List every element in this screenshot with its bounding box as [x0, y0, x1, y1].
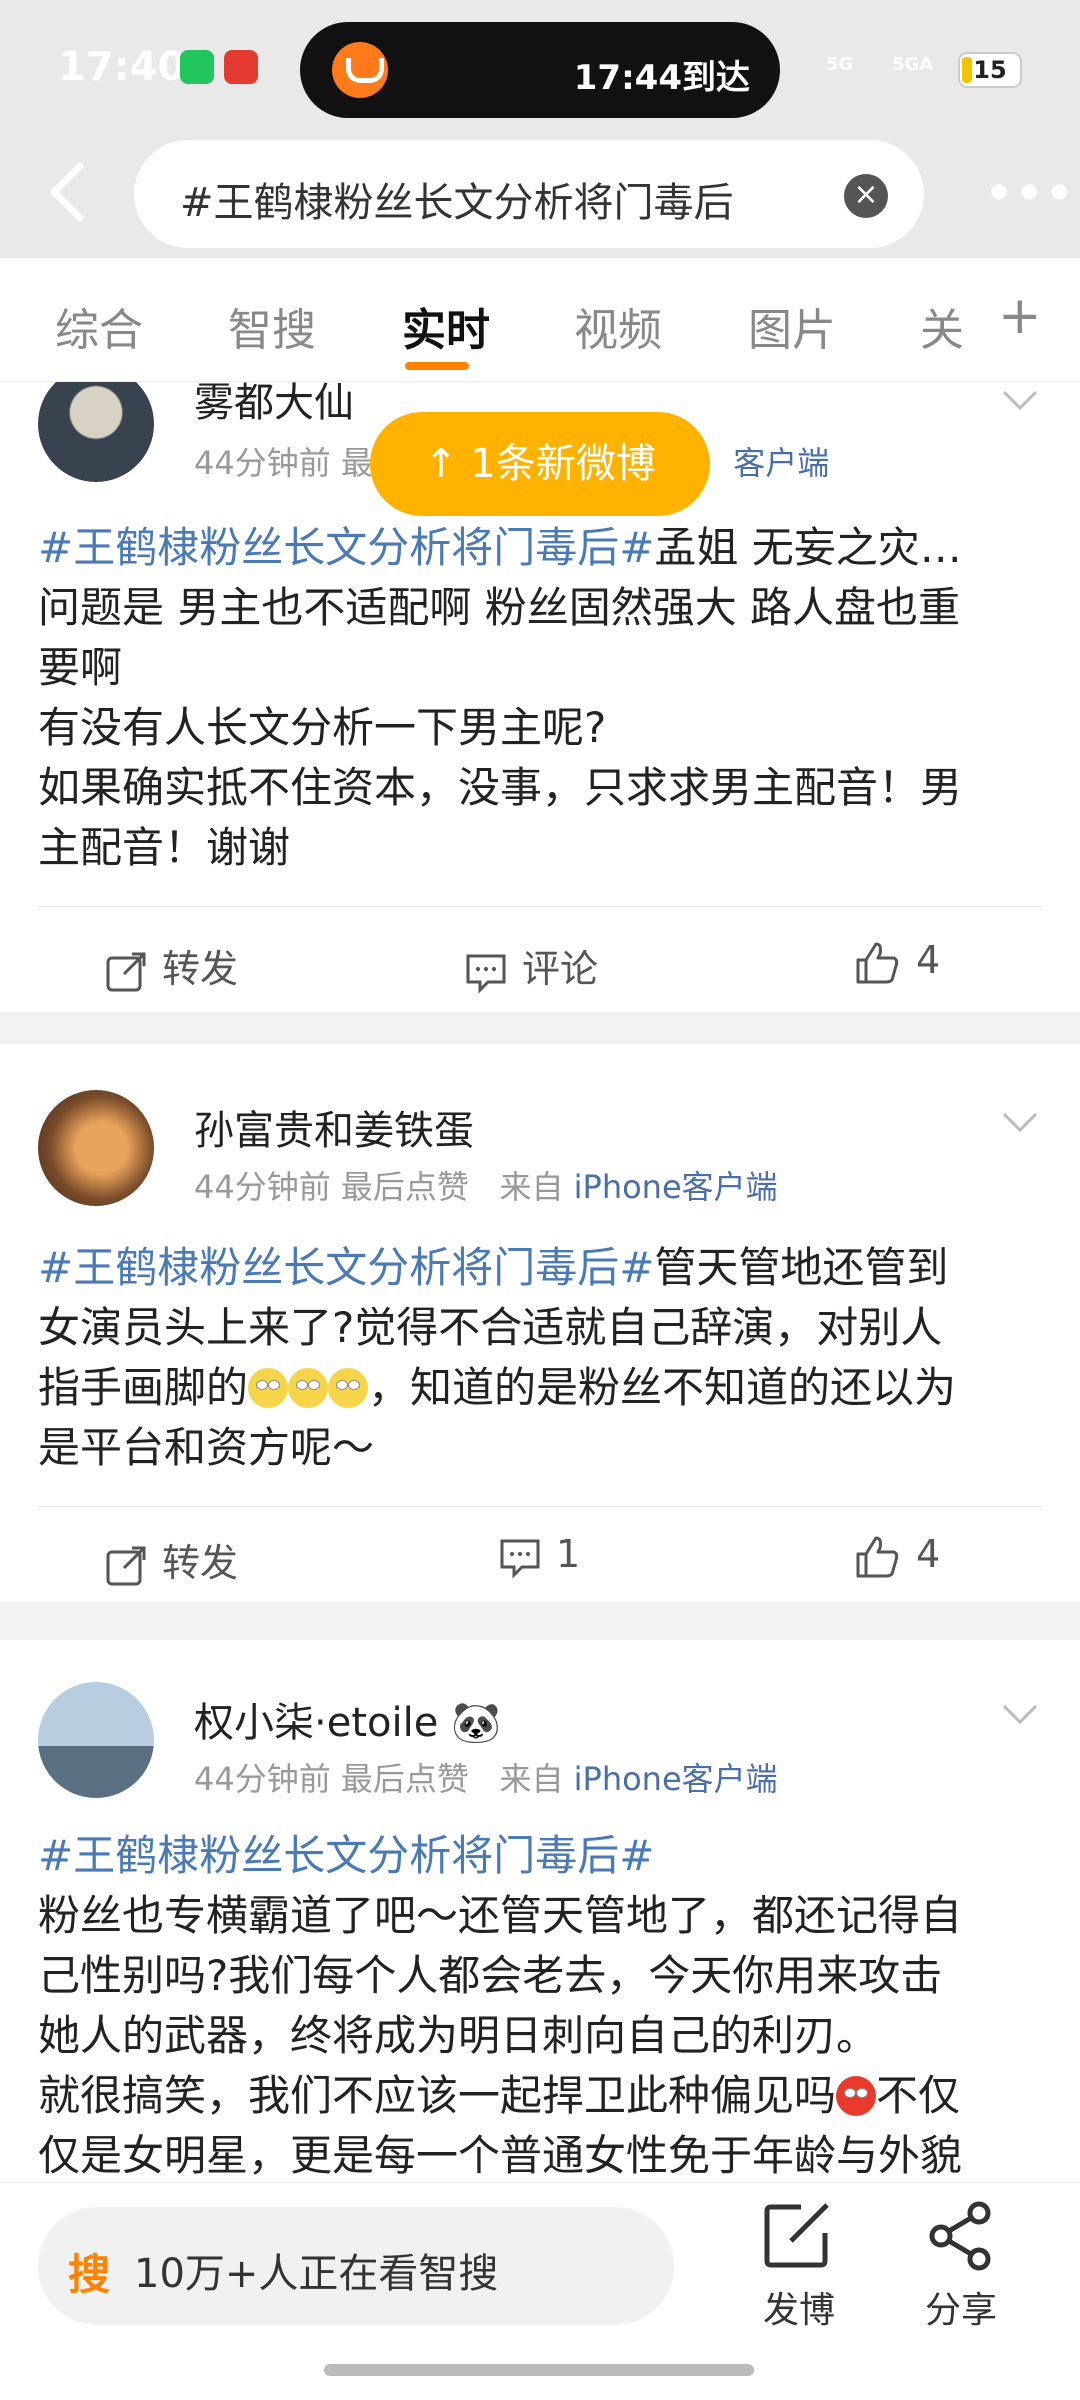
- username[interactable]: 权小柒·etoile 🐼: [194, 1690, 501, 1748]
- ai-search-bar[interactable]: 搜 10万+人正在看智搜: [38, 2207, 674, 2325]
- tab-bar: 综合 智搜 实时 视频 图片 关 +: [0, 258, 1080, 382]
- ai-search-icon: 搜: [68, 2250, 111, 2299]
- compose-icon: [764, 2203, 829, 2268]
- comment-button[interactable]: 评论: [464, 938, 598, 994]
- feed: 雾都大仙 44分钟前 最 客户端 #王鹤棣粉丝长文分析将门毒后#孟姐 无妄之灾……: [0, 382, 1080, 2182]
- back-arrow-icon[interactable]: [44, 160, 94, 224]
- divider: [38, 906, 1042, 907]
- post-meta: 44分钟前 最后点赞 来自 iPhone客户端: [194, 1760, 778, 1798]
- topic-link[interactable]: #王鹤棣粉丝长文分析将门毒后#: [38, 523, 654, 572]
- thumbs-up-icon: [856, 942, 899, 983]
- share-icon: [929, 2201, 991, 2271]
- eye-roll-emoji: [328, 1368, 369, 1408]
- share-label: 分享: [924, 2290, 997, 2331]
- repost-button[interactable]: 转发: [104, 938, 238, 994]
- tab-follow[interactable]: 关: [920, 294, 964, 358]
- search-input[interactable]: #王鹤棣粉丝长文分析将门毒后 ×: [134, 140, 924, 248]
- like-button[interactable]: 4: [854, 1532, 940, 1580]
- home-indicator[interactable]: [324, 2364, 754, 2376]
- avatar[interactable]: [38, 1682, 154, 1798]
- clear-icon[interactable]: ×: [844, 174, 888, 218]
- arrival-time: 17:44到达: [573, 58, 750, 98]
- post-text: #王鹤棣粉丝长文分析将门毒后#孟姐 无妄之灾… 问题是 男主也不适配啊 粉丝固然…: [38, 523, 963, 872]
- eye-roll-emoji: [248, 1368, 289, 1408]
- thumbs-up-icon: [856, 1536, 899, 1577]
- chevron-down-icon[interactable]: [1000, 1110, 1040, 1134]
- taobao-icon: [224, 50, 258, 84]
- username[interactable]: 孙富贵和姜铁蛋: [194, 1098, 474, 1156]
- post-text: #王鹤棣粉丝长文分析将门毒后# 粉丝也专横霸道了吧～还管天管地了，都还记得自 己…: [38, 1831, 963, 2180]
- tab-video[interactable]: 视频: [574, 294, 662, 358]
- signal-5ga: 5GA: [892, 54, 934, 75]
- avatar[interactable]: [38, 1090, 154, 1206]
- avatar[interactable]: [38, 382, 154, 482]
- didi-icon: [332, 42, 388, 98]
- comment-icon: [466, 954, 506, 994]
- divider: [38, 1506, 1042, 1507]
- chevron-down-icon[interactable]: [1000, 1702, 1040, 1726]
- search-header: #王鹤棣粉丝长文分析将门毒后 × •••: [0, 130, 1080, 258]
- more-icon[interactable]: •••: [985, 168, 1075, 219]
- new-posts-button[interactable]: ↑ 1条新微博: [370, 412, 710, 516]
- panda-icon: 🐼: [451, 1700, 501, 1746]
- angry-emoji: [836, 2076, 877, 2116]
- post-card[interactable]: 孙富贵和姜铁蛋 44分钟前 最后点赞 来自 iPhone客户端 #王鹤棣粉丝长文…: [0, 1044, 1080, 1602]
- active-tab-indicator: [405, 362, 469, 370]
- post-button[interactable]: 发博: [744, 2201, 854, 2333]
- share-button[interactable]: 分享: [906, 2201, 1016, 2333]
- add-tab-icon[interactable]: +: [998, 286, 1042, 346]
- post-text: #王鹤棣粉丝长文分析将门毒后#管天管地还管到 女演员头上来了?觉得不合适就自己辞…: [38, 1243, 957, 1472]
- tab-comprehensive[interactable]: 综合: [55, 294, 143, 358]
- tab-images[interactable]: 图片: [748, 294, 836, 358]
- post-card[interactable]: 权小柒·etoile 🐼 44分钟前 最后点赞 来自 iPhone客户端 #王鹤…: [0, 1640, 1080, 2182]
- post-label: 发博: [762, 2290, 835, 2331]
- status-bar: 17:40 17:44到达 5G 5GA 15: [0, 0, 1080, 130]
- search-query[interactable]: #王鹤棣粉丝长文分析将门毒后: [180, 170, 820, 228]
- username[interactable]: 雾都大仙: [194, 382, 354, 428]
- chevron-down-icon[interactable]: [1000, 388, 1040, 412]
- battery-indicator: 15: [958, 52, 1022, 88]
- repost-icon: [106, 952, 146, 991]
- repost-button[interactable]: 转发: [104, 1532, 238, 1588]
- dynamic-island[interactable]: 17:44到达: [300, 22, 780, 118]
- repost-icon: [106, 1546, 146, 1585]
- ai-search-text: 10万+人正在看智搜: [134, 2251, 499, 2297]
- wechat-icon: [180, 50, 214, 84]
- tab-ai-search[interactable]: 智搜: [228, 294, 316, 358]
- eye-roll-emoji: [288, 1368, 329, 1408]
- comment-button[interactable]: 1: [498, 1532, 580, 1579]
- tab-realtime[interactable]: 实时: [402, 294, 490, 358]
- like-button[interactable]: 4: [854, 938, 940, 986]
- topic-link[interactable]: #王鹤棣粉丝长文分析将门毒后#: [38, 1243, 654, 1292]
- post-meta: 44分钟前 最后点赞 来自 iPhone客户端: [194, 1168, 778, 1206]
- status-time: 17:40: [58, 44, 186, 90]
- signal-5g: 5G: [826, 54, 854, 75]
- comment-icon: [500, 1539, 540, 1579]
- topic-link[interactable]: #王鹤棣粉丝长文分析将门毒后#: [38, 1831, 654, 1880]
